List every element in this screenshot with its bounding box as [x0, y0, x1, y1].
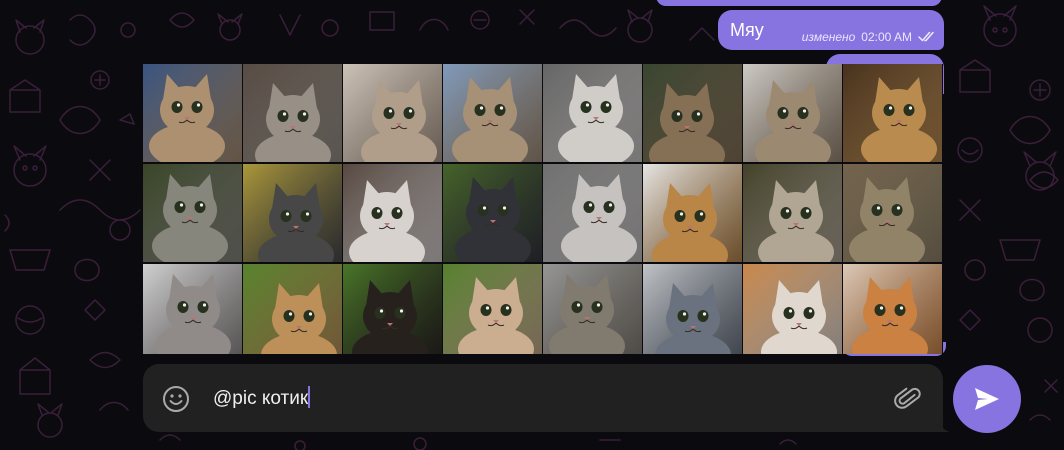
cat-photo-icon: [843, 164, 942, 262]
inline-result-photo[interactable]: [243, 264, 342, 354]
cat-photo-icon: [143, 264, 242, 354]
inline-result-photo[interactable]: [443, 264, 542, 354]
text-caret: [308, 386, 311, 408]
inline-result-photo[interactable]: [243, 64, 342, 162]
cat-photo-icon: [443, 264, 542, 354]
inline-result-photo[interactable]: [143, 264, 242, 354]
cat-photo-icon: [543, 264, 642, 354]
outgoing-message-bubble[interactable]: Мяу изменено 02:00 AM: [718, 10, 944, 50]
double-check-icon: [918, 31, 934, 42]
inline-result-photo[interactable]: [343, 64, 442, 162]
message-composer: @pic котик: [143, 364, 943, 432]
inline-result-photo[interactable]: [643, 64, 742, 162]
composer-tail: [938, 420, 950, 432]
smile-icon[interactable]: [161, 384, 191, 414]
cat-photo-icon: [843, 264, 942, 354]
cat-photo-icon: [243, 264, 342, 354]
inline-result-photo[interactable]: [843, 264, 942, 354]
send-button[interactable]: [953, 365, 1021, 433]
inline-result-photo[interactable]: [343, 164, 442, 262]
inline-result-photo[interactable]: [643, 264, 742, 354]
inline-result-photo[interactable]: [843, 164, 942, 262]
inline-result-photo[interactable]: [543, 264, 642, 354]
cat-photo-icon: [643, 164, 742, 262]
edited-label: изменено: [801, 30, 856, 44]
inline-result-photo[interactable]: [543, 164, 642, 262]
chat-window: Мяу изменено 02:00 AM @pic котик: [0, 0, 1064, 450]
message-input-value: @pic котик: [213, 388, 309, 409]
cat-photo-icon: [343, 264, 442, 354]
cat-photo-icon: [843, 64, 942, 162]
cat-photo-icon: [343, 164, 442, 262]
message-input[interactable]: @pic котик: [213, 386, 311, 411]
message-time: 02:00 AM: [861, 30, 912, 44]
message-text: Мяу: [730, 20, 764, 40]
inline-result-photo[interactable]: [343, 264, 442, 354]
inline-results-grid: [143, 64, 943, 354]
cat-photo-icon: [643, 64, 742, 162]
message-meta: изменено 02:00 AM: [802, 30, 936, 44]
inline-result-photo[interactable]: [743, 64, 842, 162]
cat-photo-icon: [543, 164, 642, 262]
inline-result-photo[interactable]: [643, 164, 742, 262]
cat-photo-icon: [343, 64, 442, 162]
cat-photo-icon: [443, 164, 542, 262]
send-icon: [975, 388, 999, 410]
cat-photo-icon: [243, 164, 342, 262]
cat-photo-icon: [743, 264, 842, 354]
inline-result-photo[interactable]: [143, 64, 242, 162]
inline-result-photo[interactable]: [443, 164, 542, 262]
cat-photo-icon: [143, 64, 242, 162]
inline-result-photo[interactable]: [843, 64, 942, 162]
cat-photo-icon: [743, 64, 842, 162]
inline-result-photo[interactable]: [443, 64, 542, 162]
inline-result-photo[interactable]: [743, 264, 842, 354]
cat-photo-icon: [643, 264, 742, 354]
cat-photo-icon: [143, 164, 242, 262]
inline-result-photo[interactable]: [743, 164, 842, 262]
cat-photo-icon: [743, 164, 842, 262]
paperclip-icon[interactable]: [893, 384, 923, 414]
cat-photo-icon: [443, 64, 542, 162]
previous-message-bubble: [656, 0, 942, 6]
inline-result-photo[interactable]: [543, 64, 642, 162]
cat-photo-icon: [543, 64, 642, 162]
cat-photo-icon: [243, 64, 342, 162]
inline-result-photo[interactable]: [243, 164, 342, 262]
inline-result-photo[interactable]: [143, 164, 242, 262]
